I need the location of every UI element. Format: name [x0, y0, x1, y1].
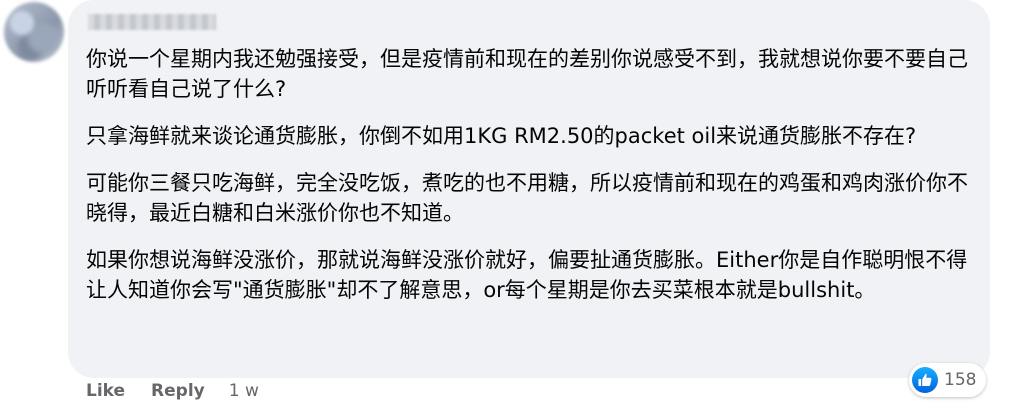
- timestamp[interactable]: 1 w: [229, 381, 259, 401]
- comment-text: 你说一个星期内我还勉强接受，但是疫情前和现在的差别你说感受不到，我就想说你要不要…: [86, 44, 976, 305]
- comment: 你说一个星期内我还勉强接受，但是疫情前和现在的差别你说感受不到，我就想说你要不要…: [0, 0, 1024, 410]
- like-button[interactable]: Like: [86, 381, 125, 401]
- comment-paragraph: 如果你想说海鲜没涨价，那就说海鲜没涨价就好，偏要扯通货膨胀。Either你是自作…: [86, 248, 968, 302]
- comment-paragraph: 你说一个星期内我还勉强接受，但是疫情前和现在的差别你说感受不到，我就想说你要不要…: [86, 47, 968, 101]
- thumbs-up-icon: [912, 367, 938, 393]
- comment-actions: Like Reply 1 w: [86, 381, 259, 401]
- reply-button[interactable]: Reply: [151, 381, 205, 401]
- reaction-count: 158: [944, 370, 977, 390]
- avatar[interactable]: [4, 2, 64, 62]
- comment-paragraph: 只拿海鲜就来谈论通货膨胀，你倒不如用1KG RM2.50的packet oil来…: [86, 124, 917, 148]
- reaction-count-button[interactable]: 158: [909, 363, 987, 397]
- author-name[interactable]: [88, 14, 216, 30]
- comment-paragraph: 可能你三餐只吃海鲜，完全没吃饭，煮吃的也不用糖，所以疫情前和现在的鸡蛋和鸡肉涨价…: [86, 171, 968, 225]
